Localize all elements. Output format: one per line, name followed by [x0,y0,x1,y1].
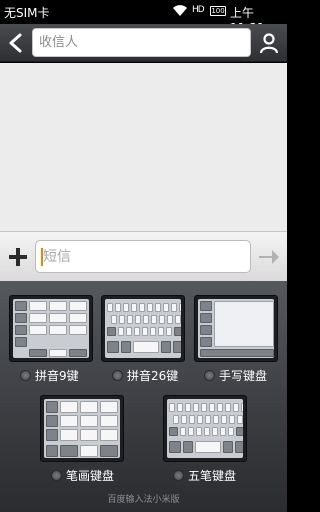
conversation-area [0,63,287,231]
compose-header [0,24,287,62]
recipient-field[interactable] [32,28,251,57]
pinyin-26key-label: 拼音26键 [127,369,179,383]
radio-icon[interactable] [204,370,215,381]
pinyin-9key-label: 拼音9键 [35,369,79,383]
compose-bar [0,231,287,281]
radio-icon[interactable] [112,370,123,381]
stroke-keyboard-option[interactable]: 笔画键盘 [51,467,114,484]
handwriting-thumbnail[interactable] [194,295,278,362]
carrier-text: 无SIM卡 [4,6,50,20]
battery-icon: 100 [210,6,226,16]
status-bar: 无SIM卡 HD 100 上午11:31 [0,0,287,35]
radio-icon[interactable] [173,470,184,481]
recipient-input[interactable] [33,29,250,56]
pinyin-26key-thumbnail[interactable] [101,295,185,362]
ime-footer-text: 百度输入法小米版 [107,495,180,505]
pinyin-9key-thumbnail[interactable] [9,295,93,362]
back-arrow-icon[interactable] [7,33,25,53]
handwriting-option[interactable]: 手写键盘 [204,367,267,384]
add-attachment-icon[interactable] [8,247,28,267]
message-input[interactable] [36,241,250,272]
pinyin-9key-option[interactable]: 拼音9键 [20,367,79,384]
contact-icon[interactable] [258,32,280,54]
radio-icon[interactable] [20,370,31,381]
pinyin-26key-option[interactable]: 拼音26键 [112,367,178,384]
radio-icon[interactable] [51,470,62,481]
handwriting-label: 手写键盘 [219,369,268,383]
wubi-keyboard-option[interactable]: 五笔键盘 [173,467,236,484]
wubi-keyboard-thumbnail[interactable] [163,395,247,462]
stroke-keyboard-label: 笔画键盘 [66,469,115,483]
signal-hd-label: HD [192,5,205,15]
send-arrow-icon[interactable] [258,247,280,267]
wubi-keyboard-label: 五笔键盘 [188,469,237,483]
text-cursor [41,248,43,266]
stroke-keyboard-thumbnail[interactable] [40,395,124,462]
keyboard-chooser: 拼音9键 拼音26键 手写键盘 笔画键盘 五笔键盘 百度输入法小米版 [0,281,287,512]
message-field[interactable] [35,240,251,273]
wifi-icon [173,5,187,16]
